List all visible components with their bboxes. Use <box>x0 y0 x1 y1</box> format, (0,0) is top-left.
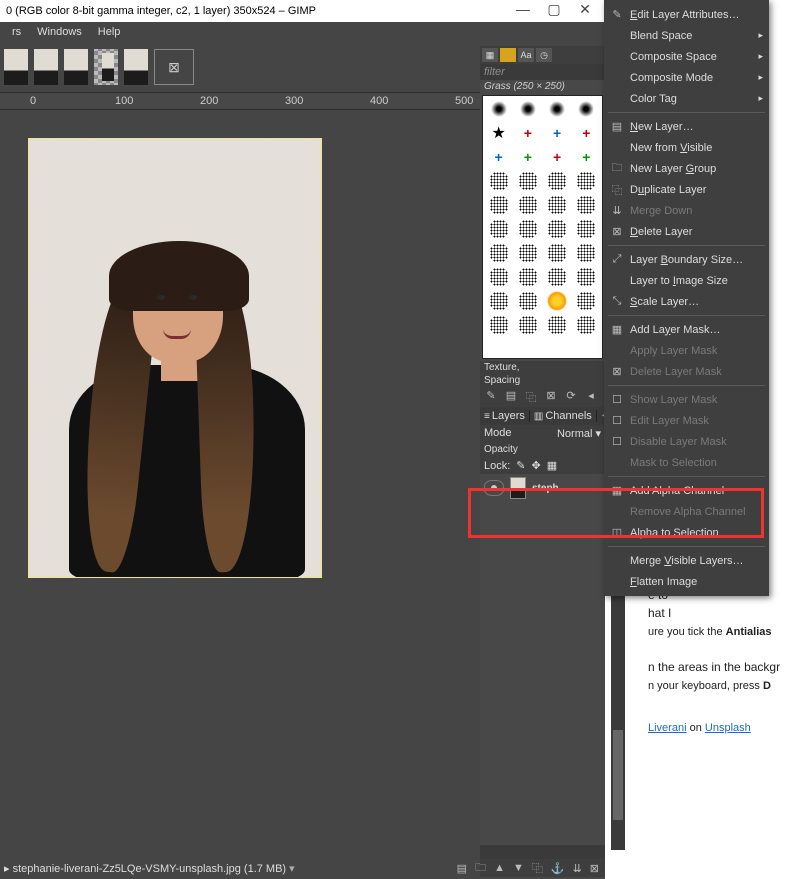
menubar: rs Windows Help <box>0 22 605 42</box>
window-controls: — ▢ ✕ <box>509 1 599 21</box>
opacity-slider[interactable]: Opacity <box>480 442 605 457</box>
brush-tab-icon[interactable]: ▦ <box>482 48 498 62</box>
merge-down-icon[interactable]: ⇊ <box>573 862 582 875</box>
menu-disable-layer-mask: ☐Disable Layer Mask <box>604 431 769 452</box>
menu-new-layer-group[interactable]: 🗀New Layer GroupNew Layer Group <box>604 158 769 179</box>
checkbox-icon: ☐ <box>610 393 624 406</box>
link-unsplash[interactable]: Unsplash <box>705 722 751 734</box>
raise-layer-icon[interactable]: ▲ <box>494 862 505 874</box>
checkbox-icon: ☐ <box>610 435 624 448</box>
layers-dock-tabs: ≡ Layers ▥ Channels ✧Pa <box>480 407 605 425</box>
scale-icon: ⤡ <box>610 295 624 308</box>
merge-down-icon: ⇊ <box>610 204 624 217</box>
brush-filter-input[interactable]: filter <box>480 64 605 80</box>
image-tab[interactable] <box>34 49 58 85</box>
window-title: 0 (RGB color 8-bit gamma integer, c2, 1 … <box>6 5 316 17</box>
image-tab[interactable] <box>94 49 118 85</box>
menu-help[interactable]: Help <box>90 26 129 38</box>
resize-icon: ⤢ <box>610 253 624 266</box>
lock-position-icon[interactable]: ✥ <box>532 459 541 472</box>
image-tab[interactable] <box>4 49 28 85</box>
folder-icon: 🗀 <box>610 159 624 178</box>
menu-edit-layer-mask: ☐Edit Layer Mask <box>604 410 769 431</box>
new-layer-icon: ▤ <box>610 120 624 133</box>
menu-layer-boundary-size[interactable]: ⤢Layer Boundary Size…Layer Boundary Size… <box>604 249 769 270</box>
link-liverani[interactable]: Liverani <box>648 722 687 734</box>
delete-layer-icon[interactable]: ⊠ <box>590 862 599 875</box>
menu-delete-layer-mask: ⊠Delete Layer Mask <box>604 361 769 382</box>
lock-pixels-icon[interactable]: ✎ <box>516 459 525 472</box>
image-on-canvas[interactable] <box>28 138 322 578</box>
star-brush[interactable] <box>485 122 512 144</box>
spacing-label[interactable]: Spacing <box>480 374 605 387</box>
menu-mask-to-selection: Mask to Selection <box>604 452 769 473</box>
mode-dropdown[interactable]: Normal ▾ <box>557 427 601 440</box>
delete-mask-icon: ⊠ <box>610 365 624 378</box>
menu-composite-space[interactable]: Composite Space▸ <box>604 46 769 67</box>
duplicate-layer-icon[interactable]: ⿻ <box>532 860 543 876</box>
status-expand-icon[interactable]: ▸ <box>4 862 10 875</box>
brush-name-label: Grass (250 × 250) <box>480 80 605 93</box>
new-brush-icon[interactable]: ▤ <box>504 389 518 405</box>
layers-toolbar: ▤ 🗀 ▲ ▼ ⿻ ⚓ ⇊ ⊠ <box>480 859 605 877</box>
anchor-layer-icon[interactable]: ⚓ <box>551 862 565 875</box>
brush-toolbar: ✎ ▤ ⿻ ⊠ ⟳ ◂ <box>480 387 605 407</box>
menu-show-layer-mask: ☐Show Layer Mask <box>604 389 769 410</box>
minimize-button[interactable]: — <box>509 1 537 21</box>
checkbox-icon: ☐ <box>610 414 624 427</box>
menu-edit-layer-attributes[interactable]: ✎EEdit Layer Attributes…dit Layer Attrib… <box>604 4 769 25</box>
mask-icon: ▦ <box>610 323 624 336</box>
annotation-highlight-box <box>468 488 764 538</box>
menu-apply-layer-mask: Apply Layer Mask <box>604 340 769 361</box>
layers-tab[interactable]: ≡ Layers <box>480 410 530 422</box>
menu-windows[interactable]: Windows <box>29 26 90 38</box>
new-layer-icon[interactable]: ▤ <box>457 862 467 875</box>
delete-brush-icon[interactable]: ⊠ <box>544 389 558 405</box>
menu-merge-down: ⇊Merge Down <box>604 200 769 221</box>
refresh-brush-icon[interactable]: ⟳ <box>564 389 578 405</box>
gradient-tab-icon[interactable] <box>500 48 516 62</box>
texture-label[interactable]: Texture, <box>480 361 605 374</box>
menu-color-tag[interactable]: Color Tag▸ <box>604 88 769 109</box>
dock-tabs: ▦ Aa ◷ <box>480 46 605 64</box>
titlebar[interactable]: 0 (RGB color 8-bit gamma integer, c2, 1 … <box>0 0 605 22</box>
menu-scale-layer[interactable]: ⤡Scale Layer…Scale Layer… <box>604 291 769 312</box>
right-dock: ▦ Aa ◷ filter Grass (250 × 250) Texture,… <box>480 46 605 879</box>
close-button[interactable]: ✕ <box>571 1 599 21</box>
menu-add-layer-mask[interactable]: ▦Add Layer Mask…Add Layer Mask… <box>604 319 769 340</box>
layers-scrollbar[interactable] <box>480 845 605 859</box>
channels-tab[interactable]: ▥ Channels <box>530 410 597 422</box>
menu-item[interactable]: rs <box>4 26 29 38</box>
menu-composite-mode[interactable]: Composite Mode▸ <box>604 67 769 88</box>
maximize-button[interactable]: ▢ <box>540 1 568 21</box>
edit-brush-icon[interactable]: ✎ <box>484 389 498 405</box>
status-filename[interactable]: stephanie-liverani-Zz5LQe-VSMY-unsplash.… <box>13 862 295 875</box>
sun-brush <box>547 291 567 311</box>
edit-icon: ✎ <box>610 8 624 21</box>
history-tab-icon[interactable]: ◷ <box>536 48 552 62</box>
lock-alpha-icon[interactable]: ▦ <box>547 459 557 472</box>
lower-layer-icon[interactable]: ▼ <box>513 862 524 874</box>
menu-layer-to-image-size[interactable]: Layer to Image SizeLayer to Image Size <box>604 270 769 291</box>
image-tab[interactable] <box>64 49 88 85</box>
new-group-icon[interactable]: 🗀 <box>475 859 486 878</box>
image-tab[interactable] <box>124 49 148 85</box>
menu-flatten-image[interactable]: Flatten ImageFlatten Image <box>604 571 769 592</box>
lock-row: Lock: ✎ ✥ ▦ <box>480 457 605 474</box>
menu-duplicate-layer[interactable]: ⿻Duplicate LayerDuplicate Layer <box>604 179 769 200</box>
menu-blend-space[interactable]: Blend Space▸ <box>604 25 769 46</box>
brush-menu-icon[interactable]: ◂ <box>584 389 598 405</box>
menu-delete-layer[interactable]: ⊠Delete LayerDelete Layer <box>604 221 769 242</box>
close-tab-button[interactable]: ⊠ <box>154 49 194 85</box>
brush-grid[interactable] <box>482 95 603 359</box>
delete-icon: ⊠ <box>610 225 624 238</box>
menu-merge-visible-layers[interactable]: Merge Visible Layers…Merge Visible Layer… <box>604 550 769 571</box>
menu-new-layer[interactable]: ▤New Layer…New Layer… <box>604 116 769 137</box>
font-tab-icon[interactable]: Aa <box>518 48 534 62</box>
duplicate-brush-icon[interactable]: ⿻ <box>524 389 538 405</box>
portrait-photo <box>69 247 301 578</box>
mode-label: Mode <box>484 427 512 440</box>
duplicate-icon: ⿻ <box>610 182 624 198</box>
menu-new-from-visible[interactable]: New from VisibleNew from Visible <box>604 137 769 158</box>
